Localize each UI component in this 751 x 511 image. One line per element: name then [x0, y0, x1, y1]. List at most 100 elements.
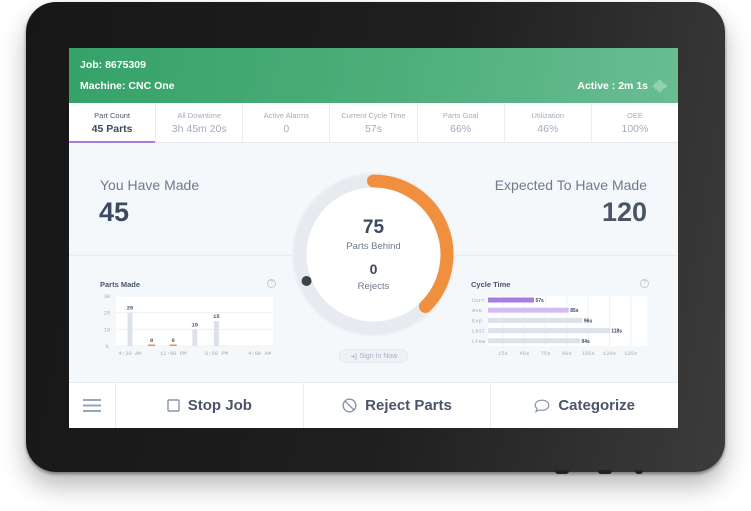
waveform-icon	[653, 79, 667, 93]
bar	[488, 297, 534, 303]
action-bar: Stop Job Reject Parts Categorize	[69, 382, 678, 428]
tab-value: 0	[283, 123, 290, 135]
tab-value: 3h 45m 20s	[171, 123, 227, 135]
tab-value: 46%	[537, 123, 559, 135]
x-tick-label: 4:00 AM	[248, 350, 271, 357]
made-value: 45	[99, 197, 130, 227]
row-label: Last	[472, 328, 485, 335]
machine-name: Machine: CNC One	[80, 80, 175, 92]
rejects-value: 0	[369, 261, 378, 277]
tab-utilization[interactable]: Utilization 46%	[505, 103, 592, 142]
tab-parts-goal[interactable]: Parts Goal 66%	[418, 103, 505, 142]
y-tick-label: 10	[104, 326, 111, 333]
screen: Job: 8675309 Machine: CNC One Active : 2…	[69, 48, 678, 428]
gauge-center: 75 Parts Behind 0 Rejects	[288, 169, 459, 340]
expected-value: 120	[601, 197, 647, 227]
x-tick-label: 90s	[562, 350, 572, 357]
tab-label: Active Alarms	[263, 111, 310, 120]
prohibited-icon	[342, 398, 357, 413]
sign-in-label: Sign In Now	[359, 352, 398, 360]
hardware-button	[555, 470, 569, 474]
rejects-label: Rejects	[357, 281, 390, 292]
parts-made-panel: 0 10 20 30 20 0 0 10 15 4:30 AM 12:00 PM 8:00 PM 4:0…	[100, 279, 277, 362]
y-tick-label: 20	[104, 310, 111, 317]
bar	[488, 317, 583, 323]
bar	[488, 328, 610, 334]
bar-value-label: 57s	[535, 298, 544, 304]
square-icon	[167, 399, 180, 412]
reject-parts-button[interactable]: Reject Parts	[304, 383, 492, 428]
tab-value: 66%	[450, 123, 472, 135]
hardware-button	[598, 470, 612, 474]
x-tick-label: 75s	[541, 350, 551, 357]
job-number: Job: 8675309	[80, 59, 146, 71]
tab-value: 100%	[621, 123, 649, 135]
bar-value-label: 0	[172, 337, 175, 344]
x-tick-label: 8:00 PM	[205, 350, 228, 357]
bar	[488, 338, 580, 344]
bar-value-label: 96s	[584, 318, 593, 324]
hardware-button	[635, 470, 643, 474]
active-status: Active : 2m 1s	[577, 80, 648, 92]
tab-label: Parts Goal	[442, 111, 479, 120]
hamburger-icon	[83, 399, 101, 412]
parts-made-title: Parts Made	[100, 280, 141, 289]
x-tick-label: 4:30 AM	[118, 350, 141, 357]
cycle-time-title: Cycle Time	[471, 280, 511, 289]
bar	[127, 312, 133, 346]
sign-in-icon	[350, 353, 357, 359]
tab-all-downtime[interactable]: All Downtime 3h 45m 20s	[156, 103, 244, 142]
tab-current-cycle-time[interactable]: Current Cycle Time 57s	[330, 103, 418, 142]
tab-label: All Downtime	[177, 111, 222, 120]
bar-zero-marker	[169, 344, 177, 346]
cycle-time-panel: 15s 45s 75s 90s 105s 120s 135s Curr 57s Ave 85s Exp…	[471, 279, 649, 362]
job-header: Job: 8675309 Machine: CNC One Active : 2…	[69, 48, 678, 103]
tab-label: OEE	[626, 111, 643, 120]
tab-label: Utilization	[531, 111, 565, 120]
x-tick-label: 12:00 PM	[160, 350, 186, 357]
tab-value: 45 Parts	[91, 123, 133, 135]
cycle-time-chart: 15s 45s 75s 90s 105s 120s 135s Curr 57s Ave 85s Exp…	[472, 296, 647, 357]
x-tick-label: 135s	[624, 350, 637, 357]
sign-in-button[interactable]: Sign In Now	[339, 349, 408, 363]
bar	[192, 329, 198, 346]
bar-value-label: 85s	[570, 308, 579, 314]
categorize-button[interactable]: Categorize	[491, 383, 678, 428]
bar-value-label: 10	[191, 321, 198, 328]
tab-label: Current Cycle Time	[341, 111, 406, 120]
tab-label: Part Count	[94, 111, 130, 120]
bar	[488, 307, 569, 313]
bar	[213, 321, 219, 346]
x-tick-label: 15s	[498, 350, 508, 357]
bar-value-label: 15	[213, 313, 220, 320]
tab-oee[interactable]: OEE 100%	[592, 103, 678, 142]
y-tick-label: 30	[104, 293, 111, 300]
made-label: You Have Made	[100, 177, 200, 193]
help-icon[interactable]: ?	[640, 279, 649, 288]
y-tick-label: 0	[105, 343, 108, 350]
bar-value-label: 0	[150, 337, 153, 344]
bar-value-label: 20	[127, 305, 134, 312]
metric-tabs: Part Count 45 Parts All Downtime 3h 45m …	[69, 103, 678, 143]
stop-job-button[interactable]: Stop Job	[116, 383, 304, 428]
tab-value: 57s	[365, 123, 382, 135]
reject-parts-label: Reject Parts	[365, 397, 452, 414]
x-tick-label: 45s	[519, 350, 529, 357]
categorize-label: Categorize	[558, 397, 636, 414]
menu-button[interactable]	[69, 383, 116, 428]
x-tick-label: 105s	[582, 350, 595, 357]
x-tick-label: 120s	[603, 350, 616, 357]
tab-active-alarms[interactable]: Active Alarms 0	[243, 103, 331, 142]
row-label: Curr	[472, 297, 485, 304]
parts-behind-value: 75	[362, 217, 385, 238]
expected-label: Expected To Have Made	[494, 177, 647, 193]
help-icon[interactable]: ?	[267, 279, 276, 288]
bar-zero-marker	[148, 344, 156, 346]
row-label: Ave	[472, 307, 482, 314]
parts-behind-label: Parts Behind	[346, 241, 401, 252]
row-label: Exp	[472, 317, 482, 324]
tab-part-count[interactable]: Part Count 45 Parts	[69, 103, 157, 143]
speech-bubble-icon	[534, 399, 550, 413]
bar-value-label: 94s	[581, 339, 590, 345]
bar-value-label: 118s	[611, 329, 622, 335]
